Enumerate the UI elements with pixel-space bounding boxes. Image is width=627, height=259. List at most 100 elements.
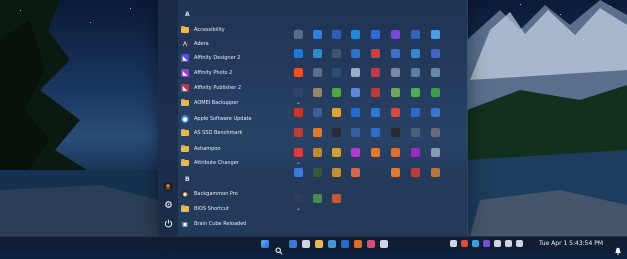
pinned-app-tile-icon[interactable] [294,148,303,157]
start-button-icon[interactable] [261,240,269,248]
app-item-attribute-changer[interactable]: Attribute Changer ⌄ [181,156,301,170]
tray-icon[interactable] [505,240,512,247]
pinned-app-tile-icon[interactable] [351,30,360,39]
pinned-app-tile-icon[interactable] [313,49,322,58]
user-avatar-icon[interactable] [162,181,174,193]
pinned-app-tile-icon[interactable] [313,128,322,137]
power-icon[interactable] [162,217,174,229]
pinned-app-tile-icon[interactable] [351,68,360,77]
pinned-app-tile-icon[interactable] [411,128,420,137]
app-item-affinity-designer[interactable]: ◣ Affinity Designer 2 [181,51,301,65]
pinned-app-tile-icon[interactable] [332,148,341,157]
app-item-affinity-publisher[interactable]: ◣ Affinity Publisher 2 [181,81,301,95]
pinned-app-tile-icon[interactable] [351,168,360,177]
pinned-app-tile-icon[interactable] [313,194,322,203]
pinned-app-tile-icon[interactable] [391,88,400,97]
pinned-app-tile-icon[interactable] [371,108,380,117]
pinned-app-tile-icon[interactable] [411,49,420,58]
pinned-app-tile-icon[interactable] [351,148,360,157]
pinned-app-tile-icon[interactable] [411,108,420,117]
app-item-ashampoo[interactable]: Ashampoo ⌄ [181,142,301,156]
chevron-down-icon[interactable]: ⌄ [296,99,301,106]
letter-header-b[interactable]: B [185,176,195,187]
pinned-app-tile-icon[interactable] [411,88,420,97]
pinned-app-tile-icon[interactable] [313,148,322,157]
pinned-app-tile-icon[interactable] [371,49,380,58]
pinned-app-tile-icon[interactable] [332,30,341,39]
taskbar-app-icon[interactable] [367,240,375,248]
tray-icon[interactable] [461,240,468,247]
pinned-app-tile-icon[interactable] [294,88,303,97]
search-icon[interactable] [275,240,283,255]
pinned-app-tile-icon[interactable] [411,30,420,39]
pinned-app-tile-icon[interactable] [332,168,341,177]
pinned-app-tile-icon[interactable] [313,88,322,97]
pinned-app-tile-icon[interactable] [431,128,440,137]
pinned-app-tile-icon[interactable] [313,30,322,39]
pinned-app-tile-icon[interactable] [332,128,341,137]
app-item-bios-shortcut[interactable]: BIOS Shortcut ⌄ [181,202,301,216]
pinned-app-tile-icon[interactable] [332,108,341,117]
pinned-app-tile-icon[interactable] [431,68,440,77]
chevron-down-icon[interactable]: ⌄ [296,159,301,166]
pinned-app-tile-icon[interactable] [391,168,400,177]
pinned-app-tile-icon[interactable] [294,68,303,77]
app-item-adera[interactable]: Λ Adera [181,37,301,51]
clock[interactable]: Tue Apr 1 5:43:54 PM [539,240,603,247]
taskbar-app-icon[interactable] [341,240,349,248]
pinned-app-tile-icon[interactable] [431,148,440,157]
pinned-app-tile-icon[interactable] [411,148,420,157]
taskbar-app-icon[interactable] [380,240,388,248]
pinned-app-tile-icon[interactable] [313,168,322,177]
pinned-app-tile-icon[interactable] [371,30,380,39]
app-item-brain-cube-reloaded[interactable]: ▣ Brain Cube Reloaded [181,217,301,231]
tray-icon[interactable] [472,240,479,247]
taskbar-app-icon[interactable] [302,240,310,248]
chevron-down-icon[interactable]: ⌄ [296,205,301,212]
pinned-app-tile-icon[interactable] [391,128,400,137]
pinned-app-tile-icon[interactable] [391,148,400,157]
pinned-app-tile-icon[interactable] [371,128,380,137]
tray-icon[interactable] [450,240,457,247]
pinned-app-tile-icon[interactable] [313,68,322,77]
app-item-accessibility[interactable]: Accessibility ⌄ [181,23,301,37]
pinned-app-tile-icon[interactable] [391,49,400,58]
pinned-app-tile-icon[interactable] [351,49,360,58]
tray-icon[interactable] [494,240,501,247]
pinned-app-tile-icon[interactable] [411,68,420,77]
pinned-app-tile-icon[interactable] [371,148,380,157]
pinned-app-tile-icon[interactable] [332,194,341,203]
pinned-app-tile-icon[interactable] [431,168,440,177]
pinned-app-tile-icon[interactable] [332,68,341,77]
tray-icon[interactable] [483,240,490,247]
pinned-app-tile-icon[interactable] [294,194,303,203]
taskbar-app-icon[interactable] [315,240,323,248]
taskbar-app-icon[interactable] [354,240,362,248]
tray-icon[interactable] [516,240,523,247]
pinned-app-tile-icon[interactable] [431,30,440,39]
pinned-app-tile-icon[interactable] [391,108,400,117]
app-item-as-ssd-benchmark[interactable]: AS SSD Benchmark ⌄ [181,126,301,140]
pinned-app-tile-icon[interactable] [431,49,440,58]
app-item-backgammon-pro[interactable]: ◉ Backgammon Pro [181,187,301,201]
pinned-app-tile-icon[interactable] [391,68,400,77]
letter-header-a[interactable]: A [185,11,195,22]
pinned-app-tile-icon[interactable] [294,49,303,58]
pinned-app-tile-icon[interactable] [431,108,440,117]
pinned-app-tile-icon[interactable] [294,128,303,137]
pinned-app-tile-icon[interactable] [431,88,440,97]
pinned-app-tile-icon[interactable] [371,88,380,97]
pinned-app-tile-icon[interactable] [294,30,303,39]
pinned-app-tile-icon[interactable] [294,168,303,177]
pinned-app-tile-icon[interactable] [332,49,341,58]
pinned-app-tile-icon[interactable] [294,108,303,117]
pinned-app-tile-icon[interactable] [351,128,360,137]
pinned-app-tile-icon[interactable] [371,68,380,77]
pinned-app-tile-icon[interactable] [313,108,322,117]
notification-bell-icon[interactable] [614,240,622,255]
app-item-aomei-backupper[interactable]: AOMEI Backupper ⌄ [181,96,301,110]
pinned-app-tile-icon[interactable] [411,168,420,177]
taskbar-app-icon[interactable] [328,240,336,248]
app-item-apple-software-update[interactable]: ● Apple Software Update [181,112,301,126]
settings-icon[interactable] [162,198,174,210]
